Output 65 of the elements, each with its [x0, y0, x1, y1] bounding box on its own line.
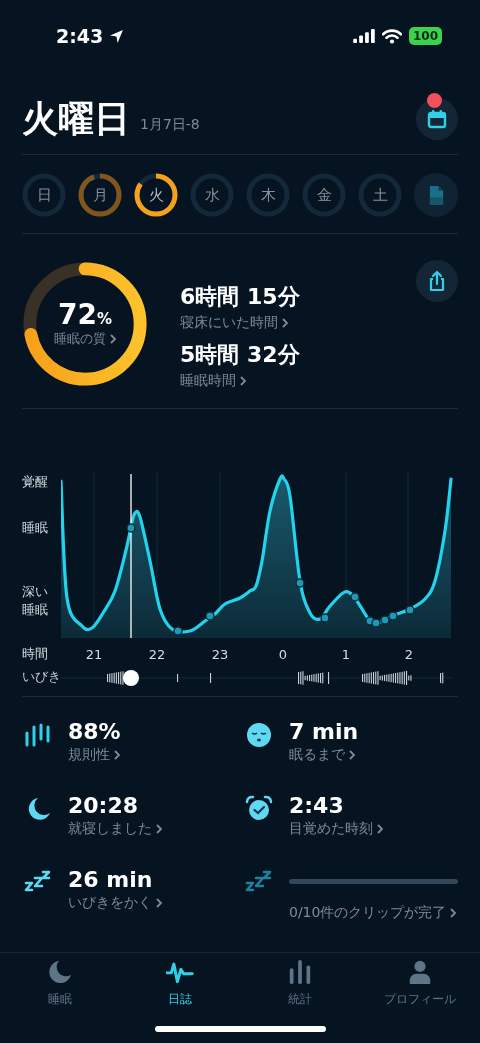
chevron-icon — [376, 823, 384, 835]
stat-value: 26 min — [68, 867, 154, 892]
day-tab[interactable]: 木 — [246, 173, 290, 217]
duration-value: 5時間 32分 — [180, 341, 301, 369]
sleep-stage-label: 覚醒 — [22, 473, 49, 491]
calendar-button[interactable] — [416, 98, 458, 140]
report-button[interactable] — [414, 173, 458, 217]
chevron-icon — [155, 823, 163, 835]
hour-label: 21 — [84, 646, 104, 662]
sleep-stage-label: 深い睡眠 — [22, 583, 49, 620]
hour-label: 2 — [403, 646, 415, 662]
stat-value: 20:28 — [68, 793, 140, 818]
alarm-clock-icon — [245, 795, 273, 823]
duration-link[interactable]: 寝床にいた時間 — [180, 314, 416, 332]
chevron-icon — [108, 333, 117, 346]
battery-indicator: 100 — [408, 27, 442, 45]
stat-link[interactable]: 就寝しました — [68, 820, 163, 838]
stat-link[interactable]: 規則性 — [68, 746, 121, 764]
signal-icon — [352, 29, 375, 43]
hour-label: 1 — [340, 646, 352, 662]
day-title: 火曜日 — [22, 99, 130, 139]
nav-tab[interactable]: プロフィール — [360, 959, 480, 1008]
stat-link[interactable]: 眠るまで — [289, 746, 359, 764]
day-tab[interactable]: 水 — [190, 173, 234, 217]
share-button[interactable] — [416, 260, 458, 302]
chevron-icon — [348, 749, 356, 761]
day-tab[interactable]: 火 — [134, 173, 178, 217]
day-tab[interactable]: 日 — [22, 173, 66, 217]
stat-link[interactable]: 目覚めた時刻 — [289, 820, 384, 838]
stat-link[interactable]: いびきをかく — [68, 894, 163, 912]
chevron-icon — [155, 897, 163, 909]
day-tab[interactable]: 月 — [78, 173, 122, 217]
stat-value: 88% — [68, 719, 121, 744]
hour-label: 23 — [210, 646, 230, 662]
duration-value: 6時間 15分 — [180, 283, 301, 311]
hour-label: 22 — [147, 646, 167, 662]
chevron-icon — [239, 375, 247, 387]
wifi-icon — [381, 28, 402, 44]
day-tab[interactable]: 土 — [358, 173, 402, 217]
bars-icon — [24, 721, 52, 749]
hour-label: 0 — [277, 646, 289, 662]
document-icon — [427, 184, 445, 206]
nav-tab[interactable]: 統計 — [240, 959, 360, 1008]
snore-label: いびき — [21, 669, 61, 686]
sleeping-face-icon — [245, 721, 273, 749]
calendar-icon — [426, 108, 448, 130]
axis-title: 時間 — [21, 645, 49, 663]
chevron-icon — [113, 749, 121, 761]
duration-link[interactable]: 睡眠時間 — [180, 372, 416, 390]
clips-link[interactable]: 0/10件のクリップが完了 — [289, 904, 458, 922]
sleep-stage-label: 睡眠 — [22, 519, 49, 537]
chevron-icon — [281, 317, 289, 329]
quality-value: 72% — [58, 299, 112, 331]
chevron-icon — [449, 907, 458, 919]
nav-tab[interactable]: 日誌 — [120, 959, 240, 1008]
stat-value: 7 min — [289, 719, 359, 744]
moon-icon — [46, 959, 74, 985]
quality-link[interactable]: 睡眠の質 — [53, 330, 117, 349]
location-arrow-icon — [109, 28, 125, 44]
nav-tab[interactable]: 睡眠 — [0, 959, 120, 1008]
day-tab[interactable]: 金 — [302, 173, 346, 217]
date-range: 1月7日-8 — [140, 115, 200, 134]
status-time: 2:43 — [56, 25, 104, 47]
stat-value: 2:43 — [289, 793, 345, 818]
playhead-handle[interactable] — [123, 669, 139, 686]
